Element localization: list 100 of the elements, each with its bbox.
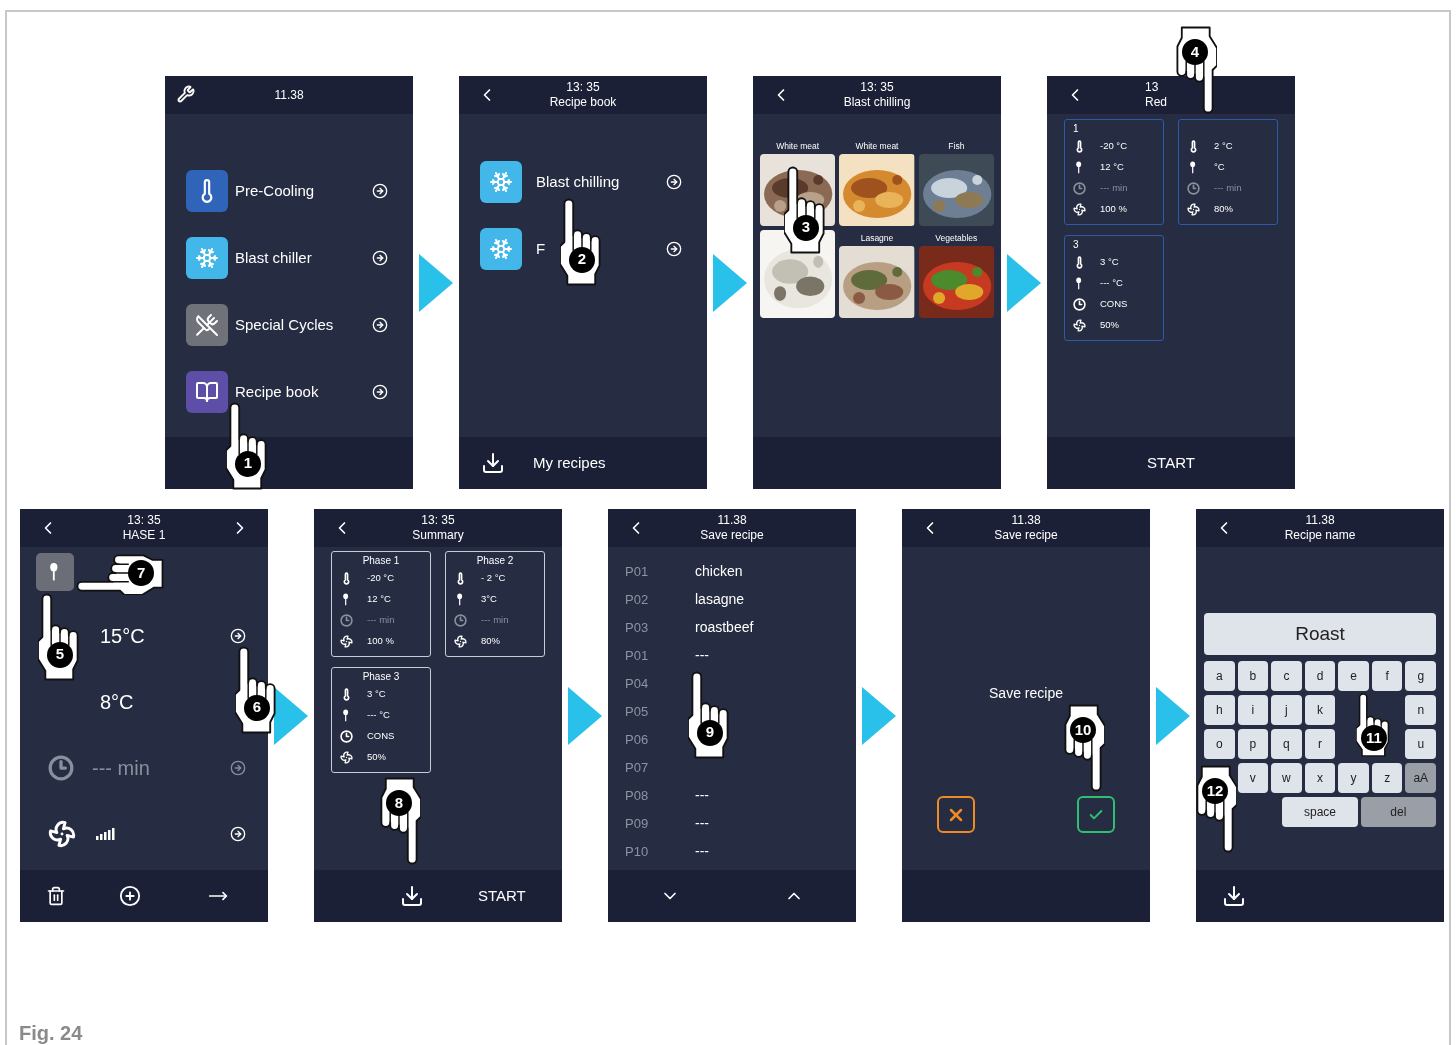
clock-time: 11.38 [1011,513,1041,528]
app-tile[interactable] [186,237,228,279]
food-label: White meat [776,139,820,153]
menu-label[interactable]: Blast chilling [536,170,620,194]
fan-icon [1187,203,1200,216]
download-icon[interactable] [400,884,424,908]
program-code[interactable]: P09 [625,816,649,831]
clock-time: 11.38 [274,87,304,103]
app-tile[interactable] [480,228,522,270]
keyboard-key[interactable]: del [1360,797,1436,827]
screen-title: Blast chilling [843,95,911,110]
app-tile[interactable] [186,304,228,346]
recipe-name[interactable]: --- [695,784,709,806]
keyboard-key[interactable]: space [1282,797,1358,827]
recipe-name[interactable]: lasagne [695,588,745,610]
download-icon[interactable] [481,451,505,475]
recipe-name[interactable]: chicken [695,560,743,582]
keyboard-key[interactable]: z [1371,763,1403,793]
clock-time: 13 [1145,80,1159,95]
keyboard-key[interactable]: e [1338,661,1369,691]
program-code[interactable]: P08 [625,788,649,803]
food-label: Fish [948,139,965,153]
recipe-name[interactable]: --- [695,840,709,862]
name-input-field[interactable]: Roast [1204,613,1436,655]
keyboard-key[interactable]: w [1271,763,1302,793]
phase-value: °C [1214,160,1225,175]
menu-label[interactable]: Recipe book [235,380,319,404]
keyboard-key[interactable]: v [1237,763,1269,793]
app-tile[interactable] [186,371,228,413]
start-button[interactable]: START [1147,451,1195,475]
app-tile[interactable] [186,170,228,212]
trash-icon[interactable] [46,886,67,906]
keyboard-key[interactable]: y [1338,763,1369,793]
keyboard-key[interactable]: n [1405,695,1437,725]
keyboard-key[interactable]: f [1371,661,1403,691]
screen-title: Save recipe [700,528,764,543]
program-code[interactable]: P04 [625,676,649,691]
keyboard-key[interactable]: h [1204,695,1235,725]
probe-tile[interactable] [36,553,74,591]
program-code[interactable]: P01 [625,648,649,663]
screen-title: HASE 1 [122,528,166,543]
phase-value: 3 °C [367,687,386,702]
phase-card[interactable]: Phase 3 3 °C --- °C CONS 50% [331,667,431,773]
keyboard-key[interactable]: i [1237,695,1269,725]
food-label: White meat [855,139,899,153]
screen-title: Summary [412,528,464,543]
fan-icon [1073,319,1086,332]
snowflake-icon [489,170,513,194]
program-code[interactable]: P03 [625,620,649,635]
menu-label[interactable]: Special Cycles [235,313,334,337]
program-code[interactable]: P01 [625,564,649,579]
phase-card[interactable]: 3 3 °C --- °C CONS 50% [1064,235,1164,341]
recipe-name[interactable]: --- [695,812,709,834]
program-code[interactable]: P07 [625,760,649,775]
cancel-button[interactable] [937,796,975,833]
menu-label[interactable]: F [536,237,546,261]
confirm-button[interactable] [1077,796,1115,833]
app-tile[interactable] [480,161,522,203]
recipe-name[interactable]: roastbeef [695,616,754,638]
program-code[interactable]: P06 [625,732,649,747]
my-recipes-link[interactable]: My recipes [533,451,606,475]
keyboard-key[interactable]: c [1271,661,1302,691]
food-label: Lasagne [860,231,894,245]
fan-icon [454,635,467,648]
menu-label[interactable]: Pre-Cooling [235,179,315,203]
keyboard-key[interactable]: j [1271,695,1302,725]
keyboard-key[interactable]: u [1405,729,1437,759]
keyboard-key[interactable]: o [1204,729,1235,759]
screen-title: Recipe name [1284,528,1356,543]
clock-time: 13: 35 [860,80,894,95]
program-code[interactable]: P05 [625,704,649,719]
clock-icon [1073,182,1086,195]
start-button[interactable]: START [478,884,526,908]
keyboard-key[interactable]: x [1304,763,1336,793]
phase-value: 12 °C [367,592,391,607]
keyboard-key[interactable]: aA [1405,763,1437,793]
keyboard-key[interactable]: p [1237,729,1269,759]
keyboard-key[interactable]: k [1304,695,1336,725]
next-step-arrow-icon [862,686,896,745]
keyboard-key[interactable]: b [1237,661,1269,691]
keyboard-key[interactable]: r [1304,729,1336,759]
menu-label[interactable]: Blast chiller [235,246,312,270]
program-code[interactable]: P10 [625,844,649,859]
keyboard-key[interactable]: q [1271,729,1302,759]
keyboard-key[interactable]: g [1405,661,1437,691]
phase-value: CONS [1100,297,1128,312]
tools-icon[interactable] [177,85,195,103]
figure-caption: Fig. 24 [18,1021,84,1045]
program-code[interactable]: P02 [625,592,649,607]
book-icon [195,380,219,404]
phase-value: 100 % [367,634,394,649]
keyboard-key[interactable]: a [1204,661,1235,691]
recipe-name[interactable]: --- [695,644,709,666]
add-icon[interactable] [119,885,141,907]
clock-icon [1187,182,1200,195]
snowflake-icon [195,246,219,270]
keyboard-key[interactable]: d [1304,661,1336,691]
download-icon[interactable] [1222,884,1246,908]
fan-icon [340,635,353,648]
temperature-value: 8°C [100,690,134,715]
